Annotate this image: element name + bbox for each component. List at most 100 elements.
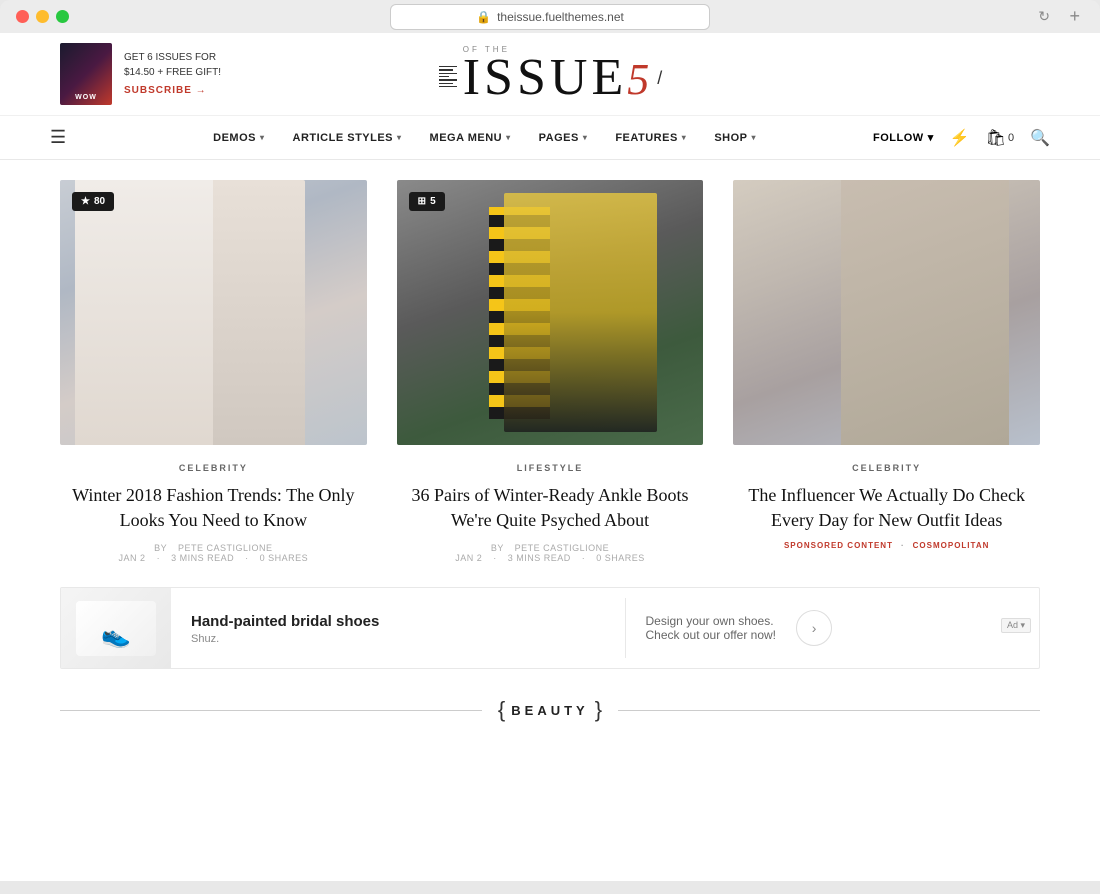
- url-text: theissue.fuelthemes.net: [497, 10, 624, 24]
- article-image-2[interactable]: ⊞ 5: [397, 180, 704, 445]
- date-1: JAN 2: [119, 553, 146, 563]
- subscribe-link[interactable]: SUBSCRIBE: [124, 85, 207, 96]
- traffic-lights: [16, 10, 69, 23]
- star-icon: ★: [81, 196, 90, 207]
- lock-icon: 🔒: [476, 10, 491, 24]
- date-2: JAN 2: [455, 553, 482, 563]
- ad-title: Hand-painted bridal shoes: [191, 612, 605, 632]
- new-tab-button[interactable]: +: [1069, 6, 1080, 27]
- article-card-2: ⊞ 5 LIFESTYLE 36 Pairs of Winter-Ready A…: [382, 180, 719, 563]
- chevron-down-icon: ▾: [928, 131, 934, 144]
- hamburger-menu[interactable]: ☰: [50, 127, 66, 148]
- read-time-2: 3 MINS READ: [508, 553, 571, 563]
- author-label-2: BY: [491, 543, 507, 553]
- logo-barcode: [439, 66, 457, 87]
- bag-icon: 🛍: [986, 128, 1006, 148]
- nav-right: FOLLOW ▾ ⚡ 🛍 0 🔍: [873, 128, 1050, 148]
- brace-open: {: [498, 697, 505, 723]
- chevron-down-icon: ▾: [583, 133, 588, 142]
- article-title-2[interactable]: 36 Pairs of Winter-Ready Ankle Boots We'…: [397, 483, 704, 533]
- close-button[interactable]: [16, 10, 29, 23]
- article-image-3[interactable]: [733, 180, 1040, 445]
- browser-titlebar: 🔒 theissue.fuelthemes.net ↻ +: [0, 10, 1100, 33]
- logo-text-area: OF THE ISSUE5: [463, 45, 653, 104]
- author-2: PETE CASTIGLIONE: [515, 543, 610, 553]
- nav-item-demos[interactable]: DEMOS ▾: [213, 132, 264, 144]
- logo-area: OF THE ISSUE5 /: [221, 45, 880, 104]
- top-banner: GET 6 ISSUES FOR $14.50 + FREE GIFT! SUB…: [0, 33, 1100, 116]
- promo-line: GET 6 ISSUES FOR: [124, 50, 221, 65]
- article-badge-1: ★ 80: [72, 192, 114, 211]
- article-meta-2: BY PETE CASTIGLIONE JAN 2 · 3 MINS READ …: [397, 543, 704, 563]
- page-content: GET 6 ISSUES FOR $14.50 + FREE GIFT! SUB…: [0, 33, 1100, 881]
- author-label: BY: [154, 543, 170, 553]
- ad-badge[interactable]: Ad ▾: [1001, 618, 1031, 633]
- tag-separator: ·: [901, 541, 905, 550]
- nav-item-mega-menu[interactable]: MEGA MENU ▾: [430, 132, 511, 144]
- article-category-2: LIFESTYLE: [397, 463, 704, 473]
- article-meta-1: BY PETE CASTIGLIONE JAN 2 · 3 MINS READ …: [60, 543, 367, 563]
- subscription-box: GET 6 ISSUES FOR $14.50 + FREE GIFT! SUB…: [60, 43, 221, 105]
- author-1: PETE CASTIGLIONE: [178, 543, 273, 553]
- logo-slash: /: [657, 68, 662, 89]
- ad-description: Design your own shoes.Check out our offe…: [626, 614, 797, 642]
- article-category-1: CELEBRITY: [60, 463, 367, 473]
- ad-banner: Hand-painted bridal shoes Shuz. Design y…: [60, 587, 1040, 669]
- cart-button[interactable]: 🛍 0: [986, 128, 1014, 148]
- article-image-1[interactable]: ★ 80: [60, 180, 367, 445]
- shares-2: 0 SHARES: [596, 553, 645, 563]
- chevron-down-icon: ▾: [682, 133, 687, 142]
- magazine-thumbnail: [60, 43, 112, 105]
- section-title: BEAUTY: [511, 703, 588, 718]
- read-time-1: 3 MINS READ: [171, 553, 234, 563]
- nav-item-pages[interactable]: PAGES ▾: [539, 132, 588, 144]
- article-title-1[interactable]: Winter 2018 Fashion Trends: The Only Loo…: [60, 483, 367, 533]
- section-line-left: [60, 710, 482, 711]
- nav-item-shop[interactable]: SHOP ▾: [714, 132, 756, 144]
- article-title-3[interactable]: The Influencer We Actually Do Check Ever…: [733, 483, 1040, 533]
- ad-shoe-image: [76, 601, 156, 656]
- fashion-image-1: [60, 180, 367, 445]
- article-grid: ★ 80 CELEBRITY Winter 2018 Fashion Trend…: [0, 160, 1100, 563]
- reload-icon[interactable]: ↻: [1038, 8, 1050, 25]
- section-line-right: [618, 710, 1040, 711]
- section-header-beauty: { BEAUTY }: [60, 697, 1040, 723]
- shares-1: 0 SHARES: [260, 553, 309, 563]
- nav-item-article-styles[interactable]: ARTICLE STYLES ▾: [293, 132, 402, 144]
- browser-chrome: 🔒 theissue.fuelthemes.net ↻ +: [0, 0, 1100, 33]
- chevron-down-icon: ▾: [397, 133, 402, 142]
- tag-sponsored[interactable]: SPONSORED CONTENT: [784, 541, 893, 550]
- section-title-wrap: { BEAUTY }: [482, 697, 618, 723]
- ad-content: Hand-painted bridal shoes Shuz.: [171, 612, 625, 646]
- subscription-info: GET 6 ISSUES FOR $14.50 + FREE GIFT! SUB…: [124, 50, 221, 98]
- search-icon[interactable]: 🔍: [1030, 128, 1050, 148]
- ad-subtitle: Shuz.: [191, 633, 605, 645]
- chevron-down-icon: ▾: [260, 133, 265, 142]
- article-badge-2: ⊞ 5: [409, 192, 445, 211]
- nav-item-features[interactable]: FEATURES ▾: [615, 132, 686, 144]
- follow-button[interactable]: FOLLOW ▾: [873, 131, 934, 144]
- address-bar[interactable]: 🔒 theissue.fuelthemes.net: [390, 4, 710, 30]
- fashion-image-3: [733, 180, 1040, 445]
- chevron-down-icon: ▾: [752, 133, 757, 142]
- logo-main-text: ISSUE5: [463, 52, 653, 104]
- brace-close: }: [595, 697, 602, 723]
- ad-description-area: Design your own shoes.Check out our offe…: [626, 610, 1040, 646]
- article-category-3: CELEBRITY: [733, 463, 1040, 473]
- maximize-button[interactable]: [56, 10, 69, 23]
- nav-items: DEMOS ▾ ARTICLE STYLES ▾ MEGA MENU ▾ PAG…: [96, 132, 873, 144]
- chevron-down-icon: ▾: [506, 133, 511, 142]
- lightning-icon[interactable]: ⚡: [950, 128, 970, 148]
- main-nav: ☰ DEMOS ▾ ARTICLE STYLES ▾ MEGA MENU ▾ P…: [0, 116, 1100, 160]
- minimize-button[interactable]: [36, 10, 49, 23]
- logo-container: OF THE ISSUE5 /: [439, 45, 663, 104]
- gallery-icon: ⊞: [418, 196, 426, 207]
- tag-cosmopolitan[interactable]: COSMOPOLITAN: [913, 541, 990, 550]
- price-text: $14.50 + FREE GIFT!: [124, 65, 221, 80]
- article-card-3: CELEBRITY The Influencer We Actually Do …: [718, 180, 1040, 563]
- ad-image: [61, 587, 171, 669]
- fashion-image-2: [397, 180, 704, 445]
- ad-arrow-button[interactable]: ›: [796, 610, 832, 646]
- article-tags-3: SPONSORED CONTENT · COSMOPOLITAN: [733, 541, 1040, 550]
- article-card-1: ★ 80 CELEBRITY Winter 2018 Fashion Trend…: [60, 180, 382, 563]
